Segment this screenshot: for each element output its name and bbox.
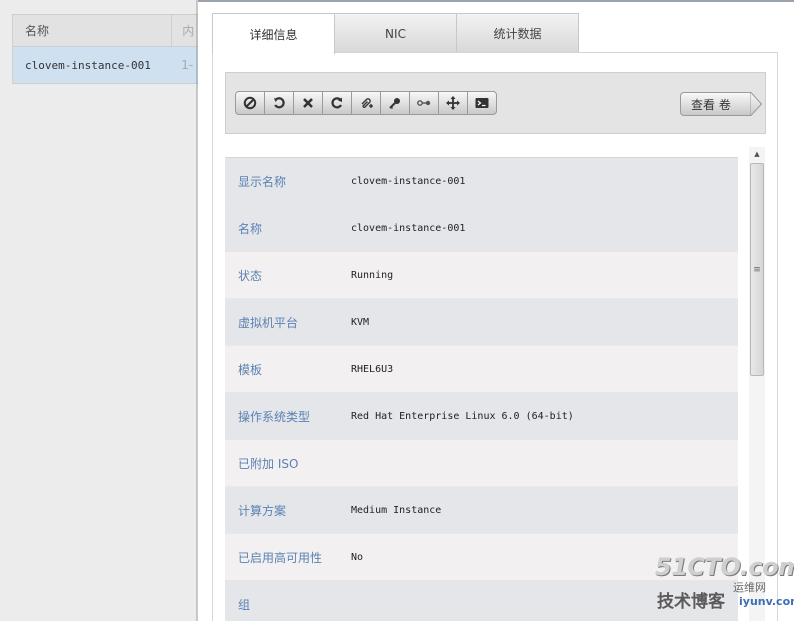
migrate-button[interactable]: [438, 91, 468, 115]
view-volumes-arrow-icon[interactable]: [750, 92, 762, 116]
detail-label: 显示名称: [238, 174, 287, 189]
watermark-url: iyunv.com: [739, 595, 794, 608]
watermark-logo: 51CTO.com 技术博客 运维网 iyunv.com: [655, 553, 794, 617]
reboot-icon: [274, 97, 285, 109]
detail-value: clovem-instance-001: [351, 175, 466, 187]
destroy-button[interactable]: [293, 91, 323, 115]
detail-scrollbar[interactable]: ▲ ≡: [749, 147, 765, 621]
detail-value: Medium Instance: [351, 504, 442, 516]
stop-button[interactable]: [235, 91, 265, 115]
detail-label: 操作系统类型: [238, 409, 311, 424]
detail-value: Running: [351, 269, 394, 281]
instance-name-cell: clovem-instance-001: [25, 58, 151, 72]
reboot-button[interactable]: [264, 91, 294, 115]
watermark-top: 51CTO.com: [655, 553, 794, 581]
tab-content: 查看 卷 显示名称 clovem-instance-001 名称 clovem-…: [212, 52, 778, 621]
detail-list: 显示名称 clovem-instance-001 名称 clovem-insta…: [225, 157, 738, 621]
column-header-name[interactable]: 名称: [13, 22, 171, 39]
instance-table: 名称 内 clovem-instance-001 1-: [12, 14, 202, 84]
scroll-thumb[interactable]: ≡: [750, 163, 764, 376]
stop-icon: [243, 96, 257, 110]
action-toolbar: 查看 卷: [225, 72, 766, 134]
detail-row-state: 状态 Running: [225, 252, 738, 299]
change-service-button[interactable]: [409, 91, 439, 115]
reset-password-button[interactable]: [380, 91, 410, 115]
detail-label: 模板: [238, 362, 263, 377]
detail-value: No: [351, 551, 364, 563]
detail-panel: 详细信息 NIC 统计数据 查看 卷 显示名称 clovem-instance-…: [198, 0, 794, 621]
console-button[interactable]: [467, 91, 497, 115]
table-header: 名称 内: [13, 15, 201, 47]
detail-value: clovem-instance-001: [351, 222, 466, 234]
detail-label: 组: [238, 597, 251, 612]
restore-icon: [331, 97, 342, 109]
move-icon: [446, 96, 460, 110]
detail-row-name: 名称 clovem-instance-001: [225, 205, 738, 252]
destroy-icon: [303, 98, 313, 108]
detail-label: 虚拟机平台: [238, 315, 299, 330]
detail-value: RHEL6U3: [351, 363, 394, 375]
change-service-icon: [417, 100, 431, 106]
detail-row-os-type: 操作系统类型 Red Hat Enterprise Linux 6.0 (64-…: [225, 393, 738, 440]
detail-row-template: 模板 RHEL6U3: [225, 346, 738, 393]
tab-bar: 详细信息 NIC 统计数据: [212, 13, 579, 54]
detail-row-attached-iso: 已附加 ISO: [225, 440, 738, 487]
watermark-side: 运维网: [733, 581, 766, 594]
attach-iso-button[interactable]: [351, 91, 381, 115]
detail-row-display-name: 显示名称 clovem-instance-001: [225, 158, 738, 205]
detail-label: 名称: [238, 221, 263, 236]
detail-label: 状态: [238, 268, 263, 283]
detail-row-hypervisor: 虚拟机平台 KVM: [225, 299, 738, 346]
tab-details[interactable]: 详细信息: [212, 13, 335, 54]
table-row[interactable]: clovem-instance-001 1-: [13, 47, 201, 83]
detail-row-compute-offering: 计算方案 Medium Instance: [225, 487, 738, 534]
tab-nic[interactable]: NIC: [334, 13, 457, 53]
scroll-up-arrow-icon[interactable]: ▲: [749, 147, 765, 161]
console-icon: [475, 98, 489, 108]
attach-iso-icon: [361, 98, 373, 109]
detail-value: Red Hat Enterprise Linux 6.0 (64-bit): [351, 410, 574, 422]
detail-label: 已启用高可用性: [238, 550, 323, 565]
detail-label: 已附加 ISO: [238, 456, 299, 471]
action-button-group: [235, 91, 497, 115]
detail-label: 计算方案: [238, 503, 287, 518]
detail-value: KVM: [351, 316, 370, 328]
restore-button[interactable]: [322, 91, 352, 115]
tab-statistics[interactable]: 统计数据: [456, 13, 579, 53]
view-volumes-button[interactable]: 查看 卷: [680, 92, 750, 116]
instance-list-pane: 名称 内 clovem-instance-001 1-: [0, 0, 202, 621]
watermark-bottom: 技术博客: [657, 592, 725, 612]
key-icon: [389, 98, 400, 110]
